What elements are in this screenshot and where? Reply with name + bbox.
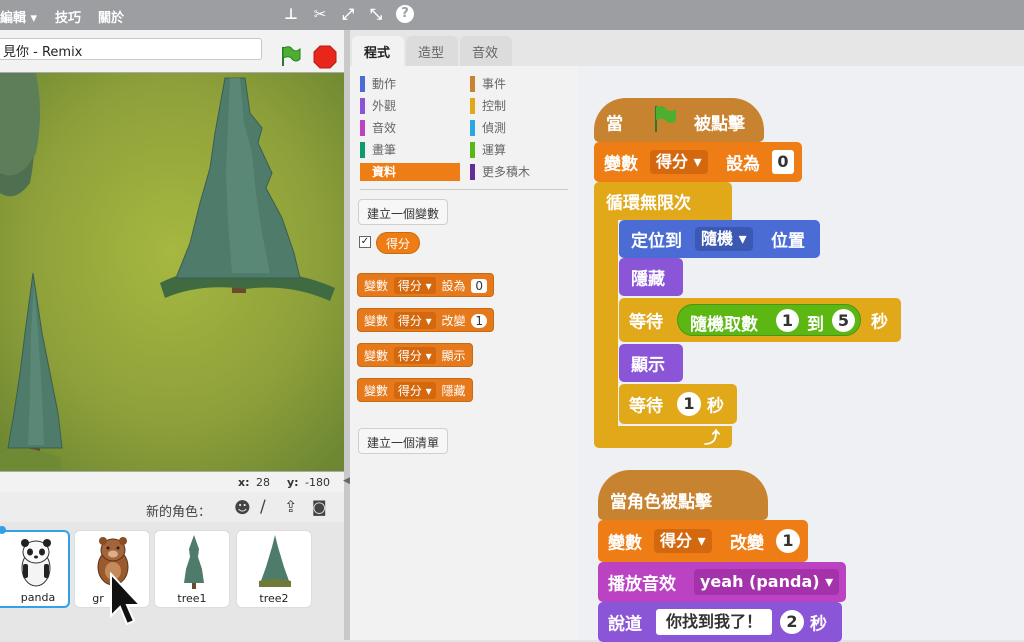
value-field[interactable]: 0: [772, 150, 794, 174]
cut-icon[interactable]: ✂: [311, 5, 329, 23]
sprite-tile-panda[interactable]: panda: [0, 530, 70, 608]
category-events[interactable]: 事件: [470, 75, 506, 93]
category-operators[interactable]: 運算: [470, 141, 506, 159]
random-from-field[interactable]: 1: [776, 309, 799, 332]
when-flag-clicked-hat[interactable]: 當 被點擊: [594, 98, 764, 142]
category-data[interactable]: 資料: [360, 163, 460, 181]
choose-sprite-icon[interactable]: ☻: [234, 498, 251, 517]
random-to-field[interactable]: 5: [832, 309, 855, 332]
when-sprite-clicked-hat[interactable]: 當角色被點擊: [598, 470, 768, 520]
tab-scripts[interactable]: 程式: [352, 36, 404, 66]
green-flag-icon[interactable]: [278, 44, 302, 68]
help-icon[interactable]: ?: [396, 5, 414, 23]
sprite-tile-tree2[interactable]: tree2: [236, 530, 312, 608]
palette-set-variable-block[interactable]: 變數 得分 ▾ 設為 0: [357, 273, 495, 297]
category-control[interactable]: 控制: [470, 97, 506, 115]
variable-checkbox[interactable]: ✓: [359, 236, 371, 248]
category-swatch: [360, 142, 365, 158]
tree1-thumbnail: [184, 535, 204, 589]
palette-show-variable-block[interactable]: 變數 得分 ▾ 顯示: [357, 343, 473, 367]
wait-block[interactable]: 等待 1 秒: [619, 384, 737, 424]
forever-block-arm: [594, 219, 618, 429]
new-sprite-label: 新的角色：: [146, 505, 212, 520]
say-for-secs-block[interactable]: 說道 你找到我了！ 2 秒: [598, 602, 842, 642]
wait-seconds-field[interactable]: 1: [677, 392, 701, 416]
pick-random-reporter[interactable]: 隨機取數 1 到 5: [677, 304, 861, 336]
menu-about[interactable]: 關於: [98, 7, 124, 26]
palette-hide-variable-block[interactable]: 變數 得分 ▾ 隱藏: [357, 378, 473, 402]
mouse-cursor-icon: [108, 571, 144, 628]
tree2-thumbnail: [259, 535, 291, 587]
grow-icon[interactable]: ⤢: [339, 5, 357, 23]
shrink-icon[interactable]: ⤡: [367, 5, 385, 23]
loop-arrow-icon: ⤴: [704, 428, 721, 447]
stop-icon[interactable]: [313, 45, 337, 69]
forever-block-footer: ⤴: [594, 426, 732, 448]
category-swatch: [470, 142, 475, 158]
palette-change-variable-block[interactable]: 變數 得分 ▾ 改變 1: [357, 308, 495, 332]
hide-block[interactable]: 隱藏: [619, 258, 683, 296]
category-swatch: [470, 76, 475, 92]
stage-scene: [0, 73, 344, 471]
goto-target-dropdown[interactable]: 隨機 ▾: [695, 227, 753, 251]
stage-coordinates: x: 28 y: -180: [238, 476, 330, 489]
menu-edit[interactable]: 編輯 ▾: [0, 7, 37, 26]
variable-dropdown[interactable]: 得分 ▾: [650, 150, 708, 174]
category-swatch: [360, 164, 365, 180]
make-variable-button[interactable]: 建立一個變數: [358, 199, 449, 225]
category-swatch: [360, 76, 365, 92]
green-flag-icon: [655, 105, 676, 132]
sprite-name: tree2: [259, 592, 289, 605]
project-title-field[interactable]: 見你 - Remix: [0, 38, 262, 60]
paint-sprite-icon[interactable]: ∕: [260, 497, 266, 517]
category-swatch: [470, 98, 475, 114]
sound-dropdown[interactable]: yeah (panda) ▾: [694, 569, 840, 595]
play-sound-block[interactable]: 播放音效 yeah (panda) ▾: [598, 562, 846, 602]
change-amount-field[interactable]: 1: [776, 529, 800, 553]
tab-costumes[interactable]: 造型: [406, 36, 458, 66]
variable-dropdown[interactable]: 得分 ▾: [654, 529, 712, 553]
category-swatch: [360, 98, 365, 114]
category-more-blocks[interactable]: 更多積木: [470, 163, 530, 181]
panda-thumbnail: [21, 539, 51, 587]
palette-divider: [360, 189, 568, 190]
stage-canvas[interactable]: [0, 72, 344, 472]
stamp-icon[interactable]: ⊥: [282, 5, 300, 23]
category-swatch: [470, 164, 475, 180]
change-variable-block[interactable]: 變數 得分 ▾ 改變 1: [598, 520, 808, 562]
sprite-toolbar: 新的角色： ☻ ∕ ⇪ ◙: [0, 492, 344, 522]
category-looks[interactable]: 外觀: [360, 97, 396, 115]
sprite-name: tree1: [177, 592, 207, 605]
collapse-arrow-icon[interactable]: ◀: [343, 476, 350, 486]
category-motion[interactable]: 動作: [360, 75, 396, 93]
coord-x-value: 28: [256, 476, 270, 489]
say-seconds-field[interactable]: 2: [780, 610, 804, 634]
set-variable-block[interactable]: 變數 得分 ▾ 設為 0: [594, 142, 802, 182]
tab-sounds[interactable]: 音效: [460, 36, 512, 66]
wait-random-block[interactable]: 等待 隨機取數 1 到 5 秒: [619, 298, 901, 342]
say-text-field[interactable]: 你找到我了！: [656, 609, 772, 635]
forever-block[interactable]: 循環無限次: [594, 182, 732, 220]
make-list-button[interactable]: 建立一個清單: [358, 428, 449, 454]
menu-tips[interactable]: 技巧: [55, 7, 81, 26]
variable-reporter[interactable]: 得分: [376, 232, 421, 254]
camera-icon[interactable]: ◙: [312, 498, 327, 516]
coord-y-value: -180: [305, 476, 330, 489]
menu-bar: 編輯 ▾ 技巧 關於 ⊥ ✂ ⤢ ⤡ ?: [0, 0, 1024, 30]
category-pen[interactable]: 畫筆: [360, 141, 396, 159]
show-block[interactable]: 顯示: [619, 344, 683, 382]
sprite-tile-tree1[interactable]: tree1: [154, 530, 230, 608]
upload-sprite-icon[interactable]: ⇪: [284, 497, 297, 516]
category-sound[interactable]: 音效: [360, 119, 396, 137]
category-sensing[interactable]: 偵測: [470, 119, 506, 137]
category-swatch: [470, 120, 475, 136]
go-to-block[interactable]: 定位到 隨機 ▾ 位置: [619, 220, 820, 258]
category-swatch: [360, 120, 365, 136]
